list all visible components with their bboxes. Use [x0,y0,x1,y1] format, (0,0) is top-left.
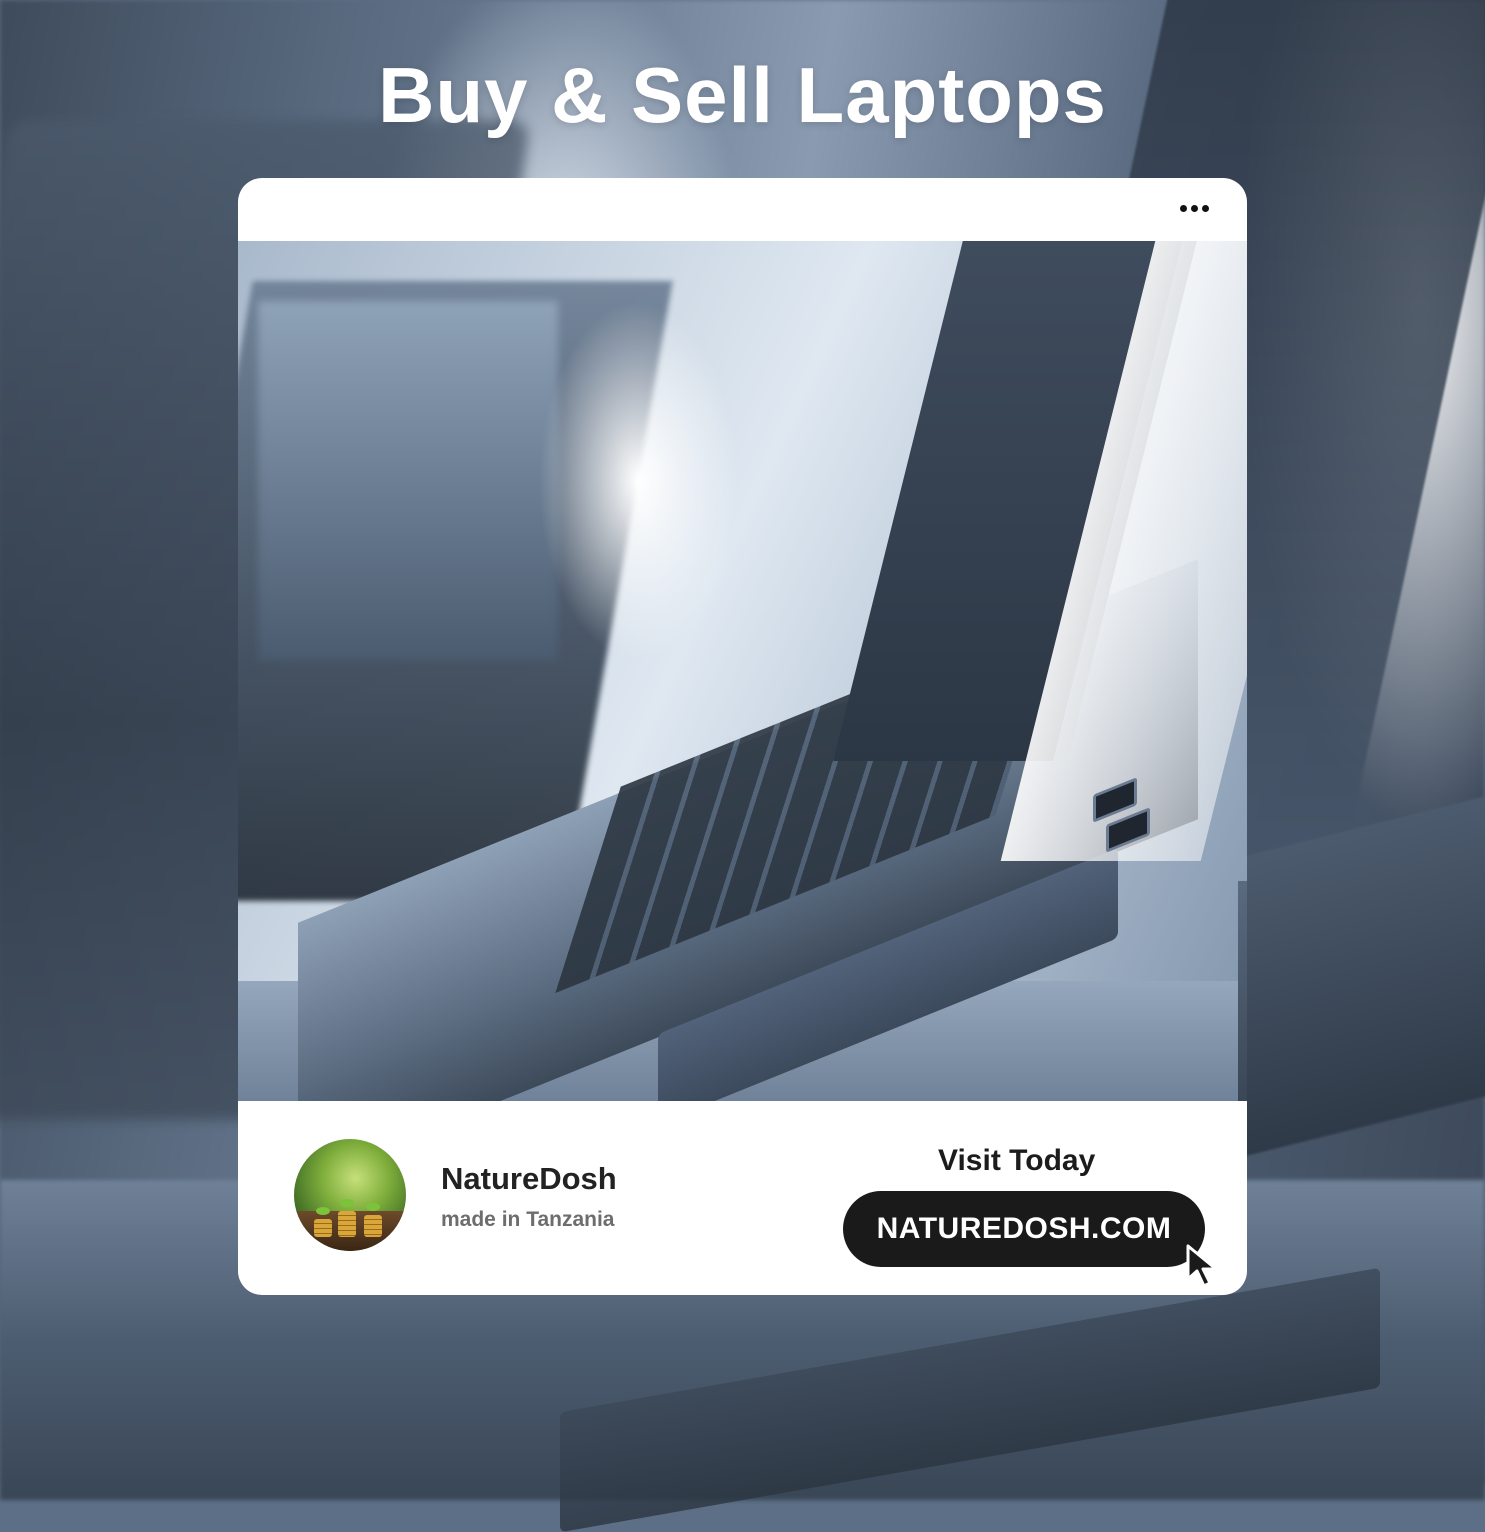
visit-website-button[interactable]: NATUREDOSH.COM [843,1191,1205,1267]
photo-light-bokeh [538,301,738,661]
post-card: NatureDosh made in Tanzania Visit Today … [238,178,1247,1295]
brand-subtitle: made in Tanzania [441,1208,615,1231]
photo-laptop-left-screen [258,301,558,661]
laptops-photo [238,241,1247,1101]
brand-name: NatureDosh [441,1161,617,1196]
cta-label: Visit Today [938,1144,1096,1177]
sprouts-on-coins-logo [294,1139,406,1251]
mouse-pointer-icon [1186,1244,1218,1288]
card-header [238,178,1247,241]
card-footer: NatureDosh made in Tanzania Visit Today … [238,1101,1247,1295]
more-horizontal-icon[interactable] [1180,205,1209,212]
photo-laptop-right [1238,881,1247,1101]
headline: Buy & Sell Laptops [378,51,1107,139]
